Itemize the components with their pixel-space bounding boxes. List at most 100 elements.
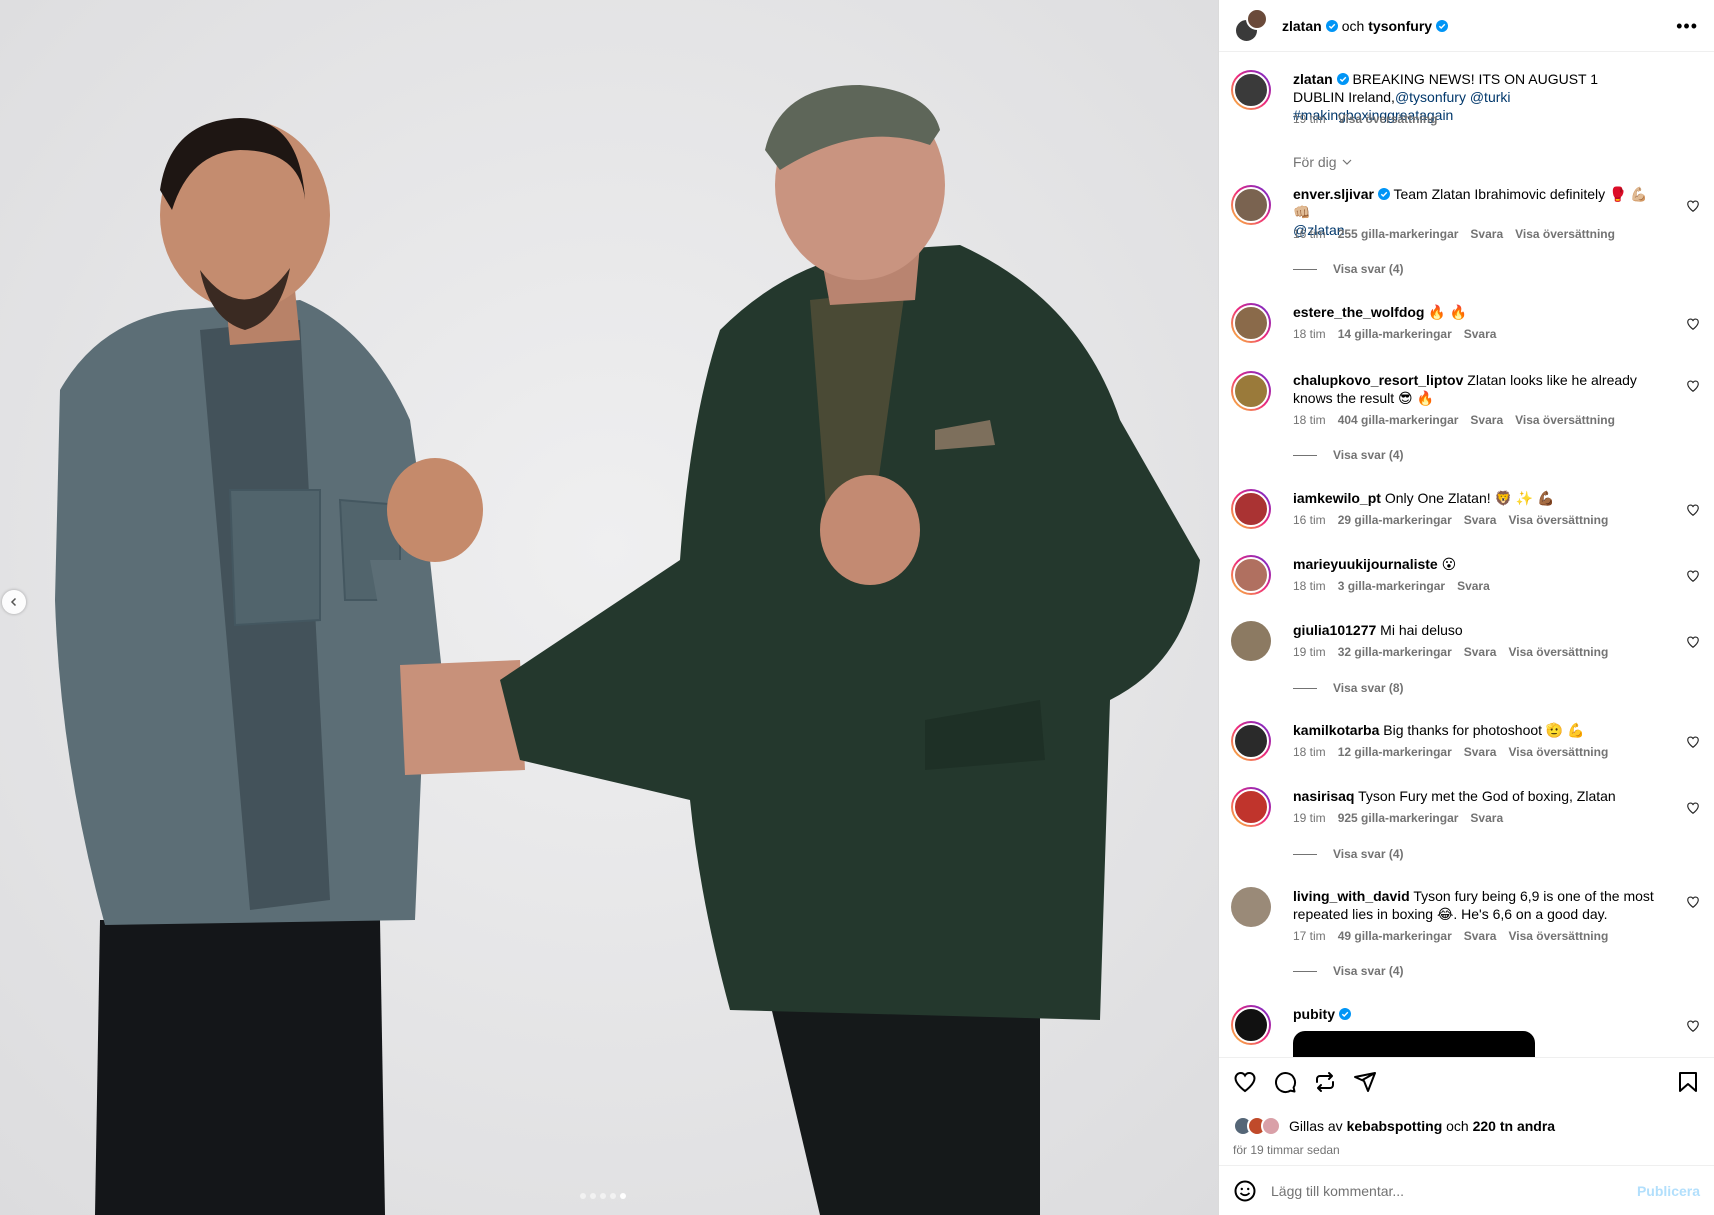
avatar[interactable] [1231,303,1271,343]
likes-count[interactable]: 29 gilla-markeringar [1338,513,1452,527]
timestamp[interactable]: 17 tim [1293,929,1326,943]
share-button[interactable] [1353,1070,1377,1094]
comment-text: giulia101277 Mi hai deluso [1293,621,1662,639]
comment-sort-dropdown[interactable]: För dig [1293,154,1353,170]
reply-button[interactable]: Svara [1457,579,1490,593]
comment-username[interactable]: nasirisaq [1293,788,1354,804]
timestamp[interactable]: 18 tim [1293,745,1326,759]
reply-button[interactable]: Svara [1464,513,1497,527]
timestamp[interactable]: 19 tim [1293,811,1326,825]
timestamp[interactable]: 19 tim [1293,112,1326,126]
timestamp[interactable]: 16 tim [1293,227,1326,241]
comment-username[interactable]: chalupkovo_resort_liptov [1293,372,1463,388]
comment-username[interactable]: marieyuukijournaliste [1293,556,1438,572]
author-username[interactable]: zlatan [1282,18,1322,34]
avatar[interactable] [1231,70,1271,110]
translate-link[interactable]: Visa översättning [1508,745,1608,759]
liker-username[interactable]: kebabspotting [1347,1118,1443,1134]
like-button[interactable] [1233,1070,1257,1094]
timestamp[interactable]: 18 tim [1293,413,1326,427]
timestamp[interactable]: 18 tim [1293,327,1326,341]
reply-button[interactable]: Svara [1464,745,1497,759]
add-comment-bar: Publicera [1219,1165,1714,1215]
timestamp[interactable]: 18 tim [1293,579,1326,593]
avatar[interactable] [1231,621,1271,661]
comment-button[interactable] [1273,1070,1297,1094]
post-media[interactable] [0,0,1218,1215]
reply-button[interactable]: Svara [1464,645,1497,659]
comment-media-preview[interactable] [1293,1031,1535,1057]
like-comment-heart-icon[interactable] [1686,503,1700,517]
avatar[interactable] [1231,787,1271,827]
translate-link[interactable]: Visa översättning [1515,227,1615,241]
avatar[interactable] [1231,555,1271,595]
avatar[interactable] [1231,887,1271,927]
translate-link[interactable]: Visa översättning [1508,929,1608,943]
caption-username[interactable]: zlatan [1293,71,1333,87]
comment-username[interactable]: iamkewilo_pt [1293,490,1381,506]
like-comment-heart-icon[interactable] [1686,1019,1700,1033]
reply-button[interactable]: Svara [1470,227,1503,241]
emoji-button[interactable] [1233,1179,1257,1203]
comment-username[interactable]: enver.sljivar [1293,186,1374,202]
reply-button[interactable]: Svara [1464,327,1497,341]
view-replies-button[interactable]: Visa svar (4) [1293,847,1404,861]
translate-link[interactable]: Visa översättning [1508,513,1608,527]
reply-button[interactable]: Svara [1470,811,1503,825]
likes-count[interactable]: 255 gilla-markeringar [1338,227,1459,241]
likes-count[interactable]: 14 gilla-markeringar [1338,327,1452,341]
collab-avatars[interactable] [1234,7,1270,44]
post-timestamp[interactable]: för 19 timmar sedan [1233,1143,1340,1157]
repost-button[interactable] [1313,1070,1337,1094]
publish-button[interactable]: Publicera [1637,1183,1700,1199]
verified-icon [1325,19,1338,32]
view-replies-button[interactable]: Visa svar (4) [1293,262,1404,276]
view-replies-label: Visa svar (4) [1333,262,1404,276]
likes-count[interactable]: 32 gilla-markeringar [1338,645,1452,659]
carousel-dot [580,1193,586,1199]
avatar[interactable] [1231,185,1271,225]
timestamp[interactable]: 19 tim [1293,645,1326,659]
likes-count-link[interactable]: 220 tn andra [1473,1118,1555,1134]
view-replies-button[interactable]: Visa svar (4) [1293,448,1404,462]
view-replies-button[interactable]: Visa svar (4) [1293,964,1404,978]
avatar[interactable] [1231,1005,1271,1045]
like-comment-heart-icon[interactable] [1686,801,1700,815]
comments-list[interactable]: zlatan BREAKING NEWS! ITS ON AUGUST 1 DU… [1219,53,1714,1057]
translate-link[interactable]: Visa översättning [1338,112,1438,126]
more-options-button[interactable]: ••• [1676,17,1698,35]
like-comment-heart-icon[interactable] [1686,379,1700,393]
collab-username[interactable]: tysonfury [1368,18,1432,34]
like-comment-heart-icon[interactable] [1686,569,1700,583]
like-comment-heart-icon[interactable] [1686,635,1700,649]
translate-link[interactable]: Visa översättning [1515,413,1615,427]
likes-count[interactable]: 404 gilla-markeringar [1338,413,1459,427]
comment-input[interactable] [1271,1182,1637,1199]
avatar[interactable] [1231,371,1271,411]
comment-username[interactable]: giulia101277 [1293,622,1376,638]
like-comment-heart-icon[interactable] [1686,199,1700,213]
comment-body: Big thanks for photoshoot 🫡 💪 [1383,722,1585,738]
avatar[interactable] [1231,489,1271,529]
translate-link[interactable]: Visa översättning [1508,645,1608,659]
reply-button[interactable]: Svara [1464,929,1497,943]
like-comment-heart-icon[interactable] [1686,735,1700,749]
previous-slide-button[interactable] [2,590,26,614]
like-comment-heart-icon[interactable] [1686,895,1700,909]
likes-count[interactable]: 3 gilla-markeringar [1338,579,1445,593]
likes-count[interactable]: 925 gilla-markeringar [1338,811,1459,825]
timestamp[interactable]: 16 tim [1293,513,1326,527]
avatar[interactable] [1231,721,1271,761]
likes-count[interactable]: 12 gilla-markeringar [1338,745,1452,759]
like-comment-heart-icon[interactable] [1686,317,1700,331]
replies-line [1293,268,1317,270]
save-button[interactable] [1676,1070,1700,1094]
comment-username[interactable]: kamilkotarba [1293,722,1379,738]
reply-button[interactable]: Svara [1470,413,1503,427]
comment-username[interactable]: pubity [1293,1006,1335,1022]
likes-count[interactable]: 49 gilla-markeringar [1338,929,1452,943]
liker-avatars[interactable] [1233,1116,1287,1136]
view-replies-button[interactable]: Visa svar (8) [1293,681,1404,695]
comment-username[interactable]: living_with_david [1293,888,1410,904]
comment-username[interactable]: estere_the_wolfdog [1293,304,1424,320]
